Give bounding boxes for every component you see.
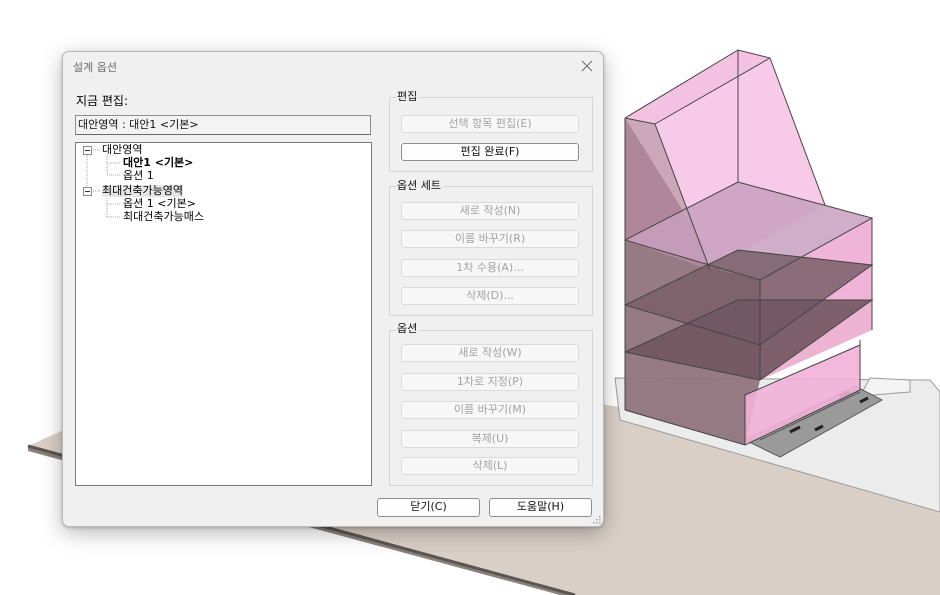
option-set-rename-button[interactable]: 이름 바꾸기(R) [401,230,579,248]
tree-node-max-buildable-mass[interactable]: 최대건축가능매스 [123,211,204,223]
tree-node-option1[interactable]: 옵션 1 [123,170,154,182]
option-set-accept-primary-button[interactable]: 1차 수용(A)... [401,259,579,277]
tree-node-alternative-area[interactable]: 대안영역 [102,144,142,156]
collapse-icon[interactable] [83,187,92,196]
finish-editing-button[interactable]: 편집 완료(F) [401,143,579,161]
resize-grip-icon[interactable] [592,515,601,524]
tree-node-max-buildable-area[interactable]: 최대건축가능영역 [102,185,183,197]
option-duplicate-button[interactable]: 복제(U) [401,430,579,448]
edit-selected-button[interactable]: 선택 항목 편집(E) [401,115,579,133]
tree-node-option1-primary[interactable]: 옵션 1 <기본> [123,198,196,210]
option-set-new-button[interactable]: 새로 작성(N) [401,202,579,220]
dialog-title: 설계 옵션 [73,61,117,74]
title-bar[interactable]: 설계 옵션 [63,52,603,80]
close-button[interactable] [577,56,597,76]
design-options-dialog: 설계 옵션 지금 편집: 대안영역 : 대안1 <기본> 대안영역 대안1 <기… [62,51,604,527]
option-set-group-title: 옵션 세트 [396,179,443,192]
edit-group-title: 편집 [396,90,420,103]
option-rename-button[interactable]: 이름 바꾸기(M) [401,401,579,419]
collapse-icon[interactable] [83,146,92,155]
building-mass [624,49,874,446]
option-delete-button[interactable]: 삭제(L) [401,457,579,475]
close-dialog-button[interactable]: 닫기(C) [377,498,480,517]
option-set-delete-button[interactable]: 삭제(D)... [401,287,579,305]
current-edit-label: 지금 편집: [76,94,129,108]
option-new-button[interactable]: 새로 작성(W) [401,344,579,362]
help-button[interactable]: 도움말(H) [489,498,592,517]
tree-node-alternative1-primary[interactable]: 대안1 <기본> [123,157,193,169]
current-edit-field: 대안영역 : 대안1 <기본> [75,115,371,135]
option-group-title: 옵션 [396,322,420,335]
close-icon [581,60,593,72]
option-make-primary-button[interactable]: 1차로 지정(P) [401,373,579,391]
design-options-tree[interactable]: 대안영역 대안1 <기본> 옵션 1 최대건축가능영역 옵션 1 <기본> 최대… [75,142,372,486]
